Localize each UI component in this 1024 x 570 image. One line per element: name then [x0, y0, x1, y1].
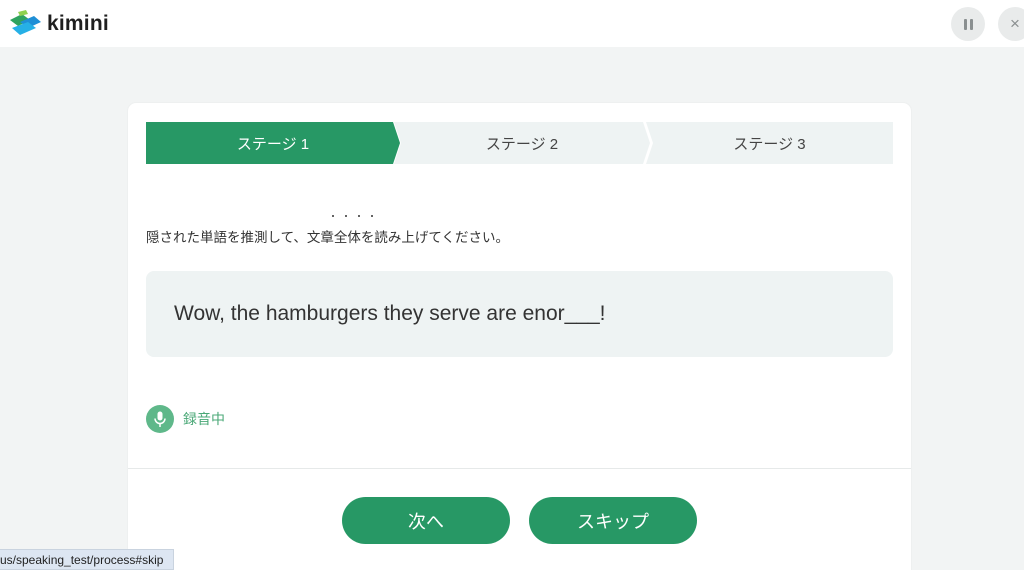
sentence-panel: Wow, the hamburgers they serve are enor_…: [146, 271, 893, 357]
browser-status-url: us/speaking_test/process#skip: [0, 549, 175, 570]
recording-status: 録音中: [146, 405, 225, 433]
skip-button-label: スキップ: [577, 511, 649, 532]
stage-3-tab: ステージ 3: [646, 122, 893, 164]
stage-1-tab: ステージ 1: [146, 122, 400, 164]
skip-button[interactable]: スキップ: [529, 497, 697, 544]
kimini-logo[interactable]: kimini: [8, 10, 109, 38]
kimini-logo-icon: [10, 10, 41, 35]
pause-button[interactable]: [951, 7, 985, 41]
microphone-icon: [146, 405, 174, 433]
close-button[interactable]: ×: [998, 7, 1024, 41]
stage-2-tab: ステージ 2: [394, 122, 650, 164]
instruction-text: 隠された単語を推測して、文章全体を読み上げてください。: [146, 230, 510, 245]
stage-1-label: ステージ 1: [236, 135, 310, 153]
close-icon: ×: [1010, 14, 1020, 33]
pause-icon: [963, 18, 973, 30]
speaking-test-card: ステージ 1 ステージ 2 ステージ 3 隠された単語を推測して、文章全体を読み…: [128, 103, 911, 570]
sentence-text: Wow, the hamburgers they serve are enor_…: [174, 302, 606, 325]
stage-progress: ステージ 1 ステージ 2 ステージ 3: [146, 122, 893, 164]
emphasis-dots: [330, 215, 390, 221]
stage-3-label: ステージ 3: [733, 135, 806, 153]
divider: [128, 468, 911, 469]
app-name: kimini: [47, 12, 109, 35]
top-bar: kimini ×: [0, 0, 1024, 47]
stage-2-label: ステージ 2: [485, 135, 559, 153]
recording-label: 録音中: [183, 411, 225, 427]
next-button[interactable]: 次へ: [342, 497, 510, 544]
next-button-label: 次へ: [408, 511, 444, 532]
